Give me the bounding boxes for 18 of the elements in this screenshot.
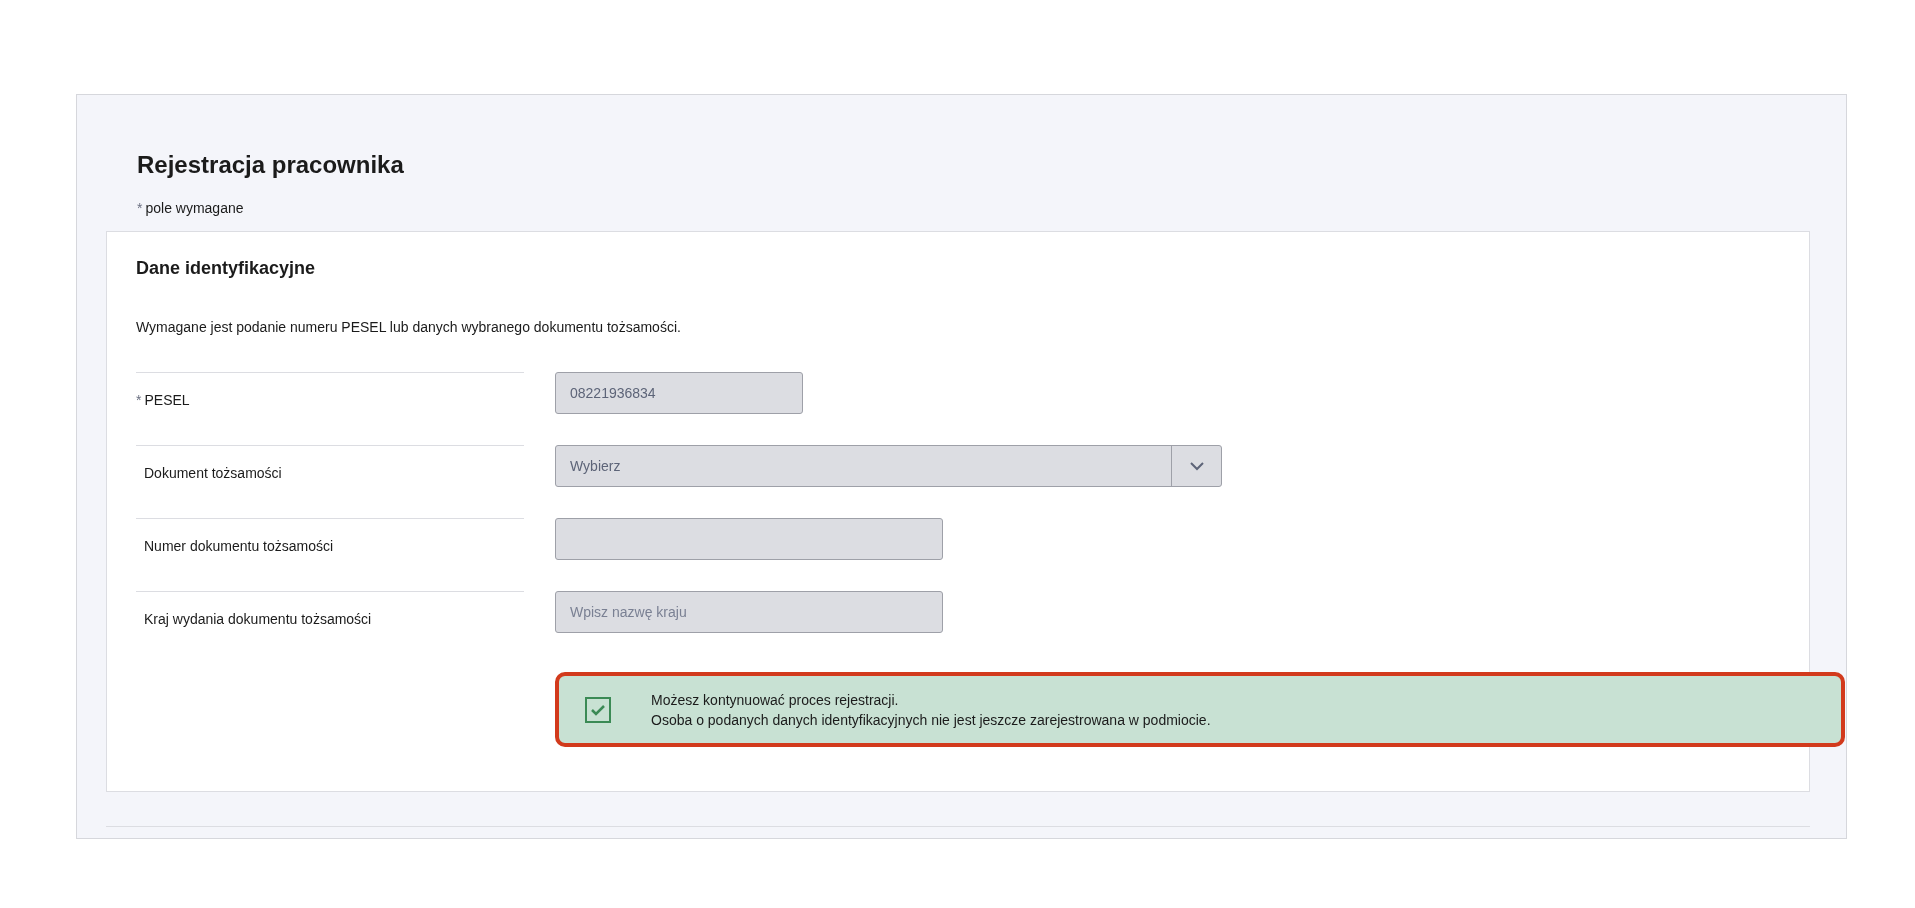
input-field[interactable]: Wpisz nazwę kraju (555, 591, 943, 634)
alert-text: Możesz kontynuować proces rejestracji. (651, 690, 900, 710)
input-field[interactable]: 08221936834 (555, 372, 803, 415)
section-description: Wymagane jest podanie numeru PESEL lub danych wybranego dokumentu tożsamości. (136, 318, 682, 338)
checkbox-check-icon (585, 696, 611, 723)
field-label: Kraj wydania dokumentu tożsamości (144, 610, 372, 630)
select-field[interactable]: Wybierz (555, 445, 1222, 488)
required-mark: * (137, 198, 143, 218)
field-label: Dokument tożsamości (144, 464, 282, 484)
page-title: Rejestracja pracownika (137, 151, 405, 180)
section-title: Dane identyfikacyjne (136, 257, 317, 280)
field-label: Numer dokumentu tożsamości (144, 537, 334, 557)
required-mark: * (136, 391, 142, 411)
input-field[interactable] (555, 518, 943, 561)
chevron-down-icon (1189, 461, 1204, 471)
field-label: PESEL (144, 391, 190, 411)
required-note: pole wymagane (145, 198, 244, 218)
alert-text: Osoba o podanych danych identyfikacyjnych nie jest jeszcze zarejestrowana w podmiocie. (651, 710, 1211, 730)
